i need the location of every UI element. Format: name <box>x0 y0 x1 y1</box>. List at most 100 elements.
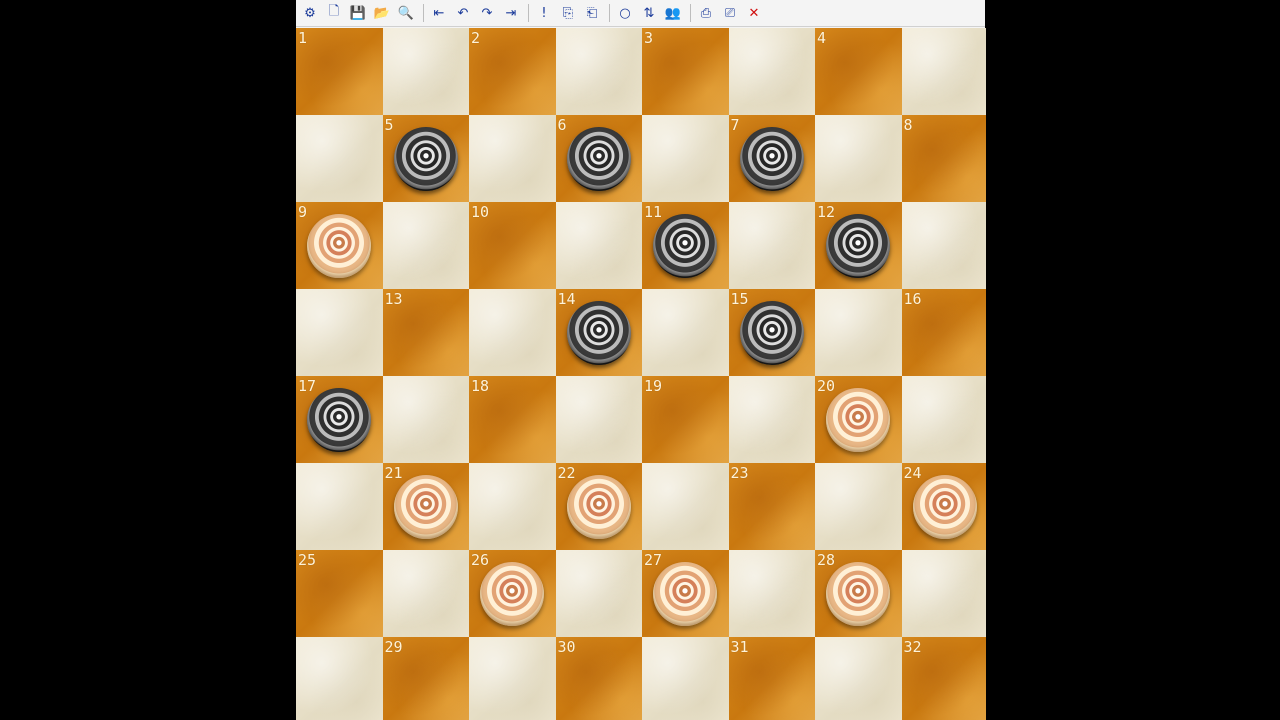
board-square-16[interactable]: 16 <box>901 289 986 376</box>
black-checker-piece[interactable] <box>653 214 717 278</box>
undo-button[interactable]: ↶ <box>452 2 474 24</box>
board-square-15[interactable]: 15 <box>728 289 815 376</box>
square-number: 30 <box>557 638 576 656</box>
last-move-button[interactable]: ⇥ <box>500 2 522 24</box>
paste-board-icon: ⎗ <box>586 5 598 21</box>
square-number: 19 <box>644 377 663 395</box>
board-square-3[interactable]: 3 <box>642 28 729 115</box>
board-square-light <box>469 115 556 202</box>
white-checker-piece[interactable] <box>826 388 890 452</box>
white-checker-piece[interactable] <box>912 475 977 539</box>
board-square-2[interactable]: 2 <box>469 28 556 115</box>
square-number: 15 <box>730 290 749 308</box>
players-button[interactable]: 👥 <box>662 2 684 24</box>
circle-button[interactable]: ○ <box>614 2 636 24</box>
board-square-light <box>555 376 642 463</box>
board-square-14[interactable]: 14 <box>555 289 642 376</box>
board-square-28[interactable]: 28 <box>815 550 902 637</box>
board-square-24[interactable]: 24 <box>901 463 986 550</box>
square-number: 3 <box>644 29 654 47</box>
black-checker-piece[interactable] <box>393 127 458 191</box>
board-square-light <box>728 202 815 289</box>
paste-board-button[interactable]: ⎗ <box>581 2 603 24</box>
board-square-light <box>642 115 729 202</box>
first-move-button[interactable]: ⇤ <box>428 2 450 24</box>
white-checker-piece[interactable] <box>653 562 717 626</box>
white-checker-piece[interactable] <box>566 475 631 539</box>
board-square-26[interactable]: 26 <box>469 550 556 637</box>
board-square-light <box>469 289 556 376</box>
square-number: 4 <box>817 29 827 47</box>
board-square-29[interactable]: 29 <box>382 637 469 720</box>
board-square-32[interactable]: 32 <box>901 637 986 720</box>
board-square-30[interactable]: 30 <box>555 637 642 720</box>
board-square-light <box>728 550 815 637</box>
board-square-1[interactable]: 1 <box>296 28 383 115</box>
toolbar-separator <box>423 4 424 22</box>
board-square-5[interactable]: 5 <box>382 115 469 202</box>
square-number: 27 <box>644 551 663 569</box>
board-square-light <box>382 550 469 637</box>
square-number: 20 <box>817 377 836 395</box>
black-checker-piece[interactable] <box>566 127 631 191</box>
redo-button[interactable]: ↷ <box>476 2 498 24</box>
white-checker-piece[interactable] <box>826 562 890 626</box>
board-square-light <box>469 637 556 720</box>
board-square-21[interactable]: 21 <box>382 463 469 550</box>
close-button[interactable]: ✕ <box>743 2 765 24</box>
square-number: 29 <box>384 638 403 656</box>
board-square-22[interactable]: 22 <box>555 463 642 550</box>
square-number: 10 <box>471 203 490 221</box>
square-number: 2 <box>471 29 481 47</box>
board-square-19[interactable]: 19 <box>642 376 729 463</box>
square-number: 11 <box>644 203 663 221</box>
board-square-25[interactable]: 25 <box>296 550 383 637</box>
flip-button[interactable]: ⇅ <box>638 2 660 24</box>
board-square-20[interactable]: 20 <box>815 376 902 463</box>
board-square-7[interactable]: 7 <box>728 115 815 202</box>
board-square-8[interactable]: 8 <box>901 115 986 202</box>
board-square-10[interactable]: 10 <box>469 202 556 289</box>
white-checker-piece[interactable] <box>307 214 371 278</box>
players-icon: 👥 <box>664 5 682 21</box>
export-button[interactable]: ⎙ <box>695 2 717 24</box>
search-button[interactable]: 🔍 <box>395 2 417 24</box>
white-checker-piece[interactable] <box>393 475 458 539</box>
setup-icon: ⚙ <box>304 5 316 21</box>
board-square-18[interactable]: 18 <box>469 376 556 463</box>
import-button[interactable]: ⎚ <box>719 2 741 24</box>
board-square-light <box>642 637 729 720</box>
board-square-31[interactable]: 31 <box>728 637 815 720</box>
board-square-light <box>642 463 729 550</box>
board-square-12[interactable]: 12 <box>815 202 902 289</box>
square-number: 22 <box>557 464 576 482</box>
save-button[interactable]: 💾 <box>347 2 369 24</box>
board-square-light <box>901 202 986 289</box>
exclaim-button[interactable]: ! <box>533 2 555 24</box>
black-checker-piece[interactable] <box>566 301 631 365</box>
black-checker-piece[interactable] <box>739 301 804 365</box>
board-square-11[interactable]: 11 <box>642 202 729 289</box>
board-square-27[interactable]: 27 <box>642 550 729 637</box>
board-square-9[interactable]: 9 <box>296 202 383 289</box>
open-button[interactable]: 📂 <box>371 2 393 24</box>
board-square-23[interactable]: 23 <box>728 463 815 550</box>
copy-board-button[interactable]: ⎘ <box>557 2 579 24</box>
setup-button[interactable]: ⚙ <box>299 2 321 24</box>
checkers-board[interactable]: 1 2 3 4 5 6 7 8 9 10 11 12 13 14 15 16 17 18 19 20 21 22 23 24 2… <box>296 28 986 720</box>
new-button[interactable]: 🗋 <box>323 2 345 24</box>
black-checker-piece[interactable] <box>739 127 804 191</box>
black-checker-piece[interactable] <box>826 214 890 278</box>
board-square-13[interactable]: 13 <box>382 289 469 376</box>
board-square-light <box>296 463 383 550</box>
board-square-6[interactable]: 6 <box>555 115 642 202</box>
square-number: 17 <box>298 377 317 395</box>
checkers-app-window: ⚙ 🗋 💾 📂 🔍 ⇤ ↶ ↷ ⇥! ⎘ ⎗ ○ ⇅ 👥 ⎙ ⎚ ✕ 1 2 3 4 5 6 7 8 9 10 11 12 13 14 15… <box>296 0 986 720</box>
black-checker-piece[interactable] <box>307 388 371 452</box>
board-square-light <box>728 28 815 115</box>
square-number: 24 <box>903 464 922 482</box>
board-square-4[interactable]: 4 <box>815 28 902 115</box>
board-square-light <box>555 550 642 637</box>
board-square-17[interactable]: 17 <box>296 376 383 463</box>
white-checker-piece[interactable] <box>480 562 544 626</box>
